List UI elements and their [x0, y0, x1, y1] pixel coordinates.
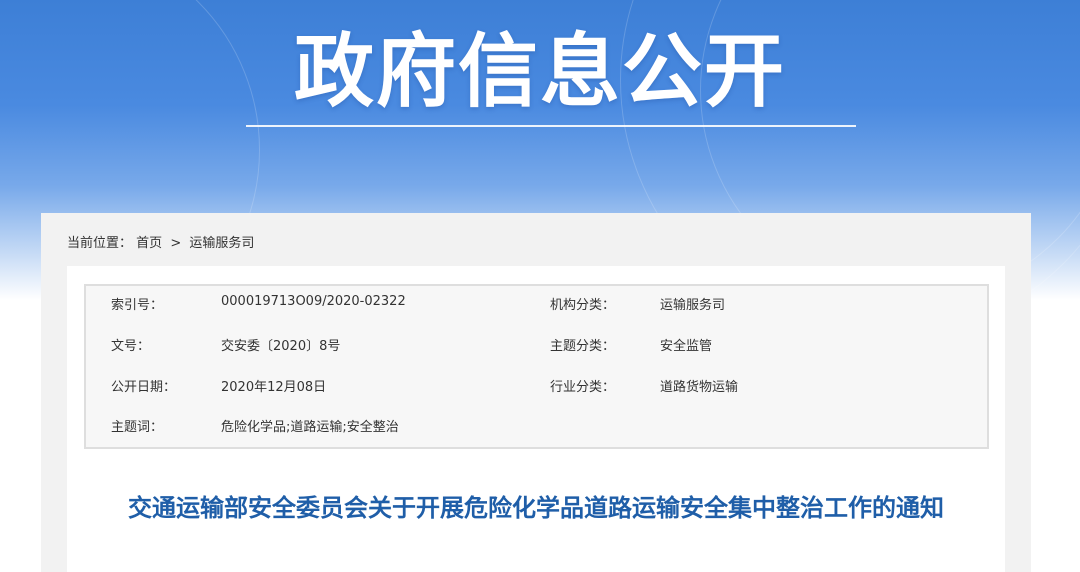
meta-row: 公开日期： 2020年12月08日 行业分类： 道路货物运输 [86, 376, 987, 396]
breadcrumb-current-link[interactable]: 运输服务司 [189, 232, 254, 251]
industry-label: 行业分类： [550, 380, 616, 395]
document-metadata: 索引号： 000019713O09/2020-02322 机构分类： 运输服务司… [84, 284, 989, 449]
banner-underline [246, 125, 856, 127]
topic-value: 安全监管 [660, 339, 713, 354]
main-panel: 当前位置： 首页 > 运输服务司 索引号： 000019713O09/2020-… [41, 213, 1031, 572]
org-label: 机构分类： [550, 298, 616, 313]
document-title: 交通运输部安全委员会关于开展危险化学品道路运输安全集中整治工作的通知 [128, 494, 944, 522]
date-label: 公开日期： [111, 380, 177, 395]
keywords-value: 危险化学品;道路运输;安全整治 [221, 420, 399, 435]
breadcrumb-separator: > [170, 236, 182, 251]
doc-no-label: 文号： [111, 339, 151, 354]
date-value: 2020年12月08日 [221, 380, 327, 395]
doc-no-value: 交安委〔2020〕8号 [221, 339, 341, 354]
org-value: 运输服务司 [660, 298, 726, 313]
meta-row: 索引号： 000019713O09/2020-02322 机构分类： 运输服务司 [86, 294, 987, 314]
index-no-label: 索引号： [111, 298, 164, 313]
breadcrumb-home-link[interactable]: 首页 [136, 232, 162, 251]
content-area: 索引号： 000019713O09/2020-02322 机构分类： 运输服务司… [67, 266, 1005, 572]
industry-value: 道路货物运输 [660, 380, 739, 395]
meta-row: 主题词： 危险化学品;道路运输;安全整治 [86, 416, 987, 436]
breadcrumb: 当前位置： 首页 > 运输服务司 [67, 232, 254, 251]
breadcrumb-prefix: 当前位置： [67, 236, 133, 251]
index-no-value: 000019713O09/2020-02322 [221, 294, 406, 309]
topic-label: 主题分类： [550, 339, 616, 354]
banner-title: 政府信息公开 [294, 25, 786, 118]
keywords-label: 主题词： [111, 420, 164, 435]
meta-row: 文号： 交安委〔2020〕8号 主题分类： 安全监管 [86, 335, 987, 355]
